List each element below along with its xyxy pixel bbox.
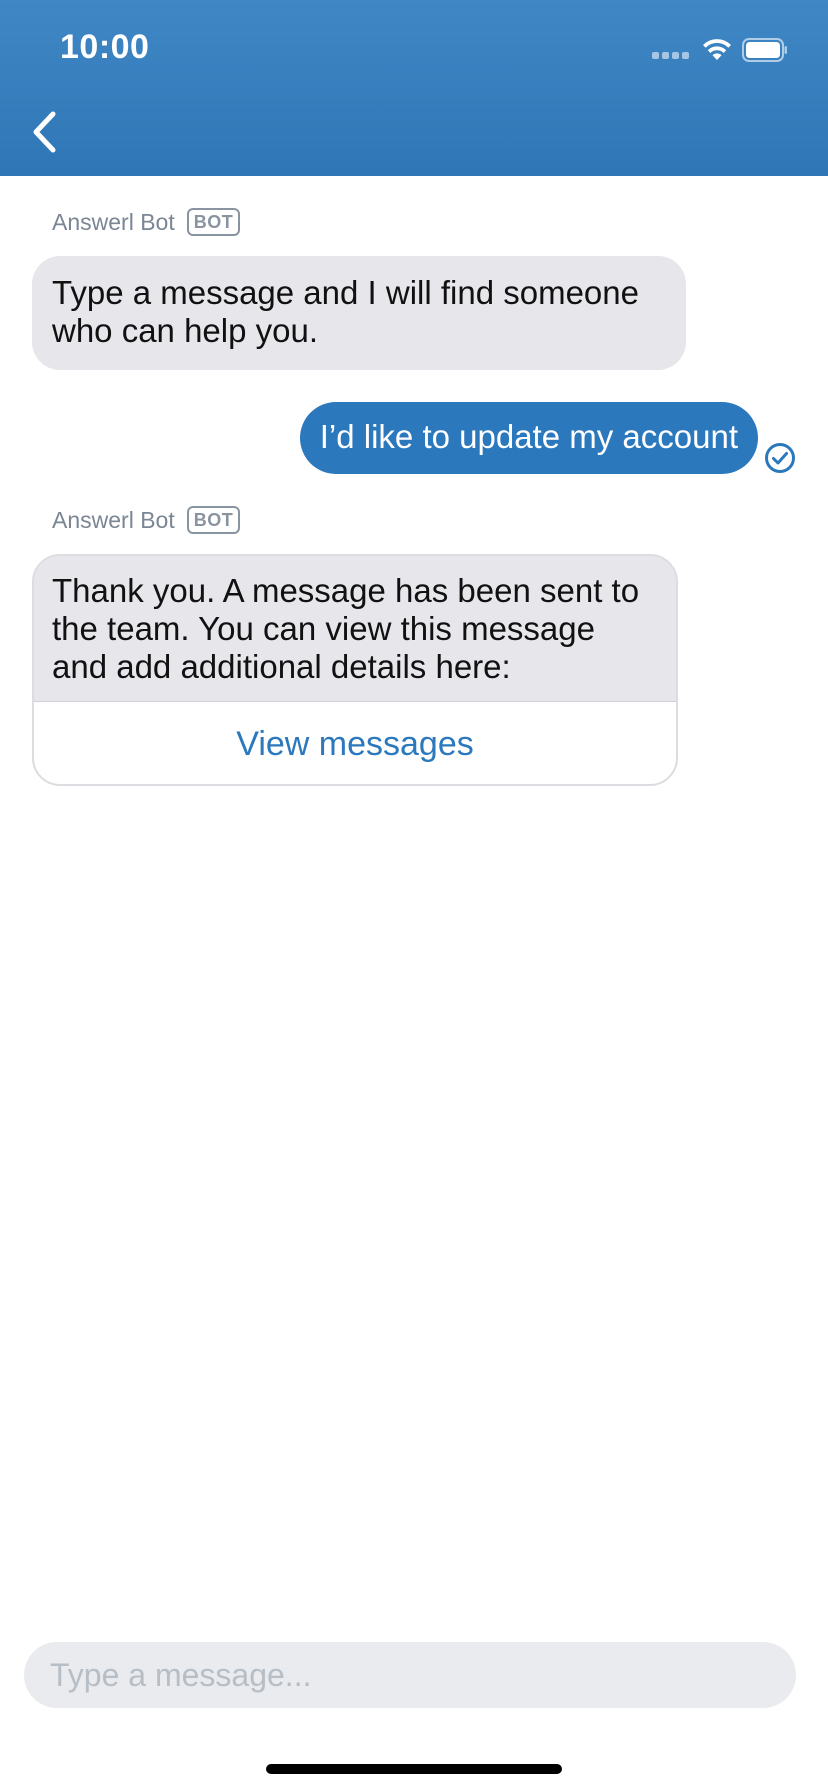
- bot-badge: BOT: [186, 208, 241, 236]
- chat-screen: 10:00 Answerl Bot BOT Type a message and…: [0, 0, 828, 1792]
- message-input[interactable]: [48, 1655, 772, 1695]
- message-text: I’d like to update my account: [319, 418, 738, 455]
- battery-icon: [742, 38, 787, 62]
- back-button[interactable]: [16, 100, 72, 164]
- message-sender: Answerl Bot BOT: [52, 208, 241, 236]
- cellular-signal-icon: [652, 52, 692, 60]
- sender-name: Answerl Bot: [52, 506, 175, 533]
- header-bar: 10:00: [0, 0, 828, 176]
- wifi-icon: [703, 39, 731, 60]
- message-card: Thank you. A message has been sent to th…: [32, 554, 678, 786]
- chevron-left-icon: [33, 111, 56, 153]
- home-indicator: [266, 1764, 562, 1774]
- message-sender: Answerl Bot BOT: [52, 506, 241, 534]
- bot-badge: BOT: [186, 506, 241, 534]
- view-messages-button[interactable]: View messages: [34, 702, 676, 784]
- outgoing-message-bubble: I’d like to update my account: [299, 402, 758, 474]
- message-text: Type a message and I will find someone w…: [52, 274, 639, 349]
- incoming-message-bubble: Type a message and I will find someone w…: [32, 256, 686, 370]
- check-circle-icon: [765, 443, 795, 473]
- message-text: Thank you. A message has been sent to th…: [34, 556, 676, 702]
- sender-name: Answerl Bot: [52, 208, 175, 235]
- message-composer: [24, 1642, 796, 1708]
- status-time: 10:00: [60, 28, 150, 66]
